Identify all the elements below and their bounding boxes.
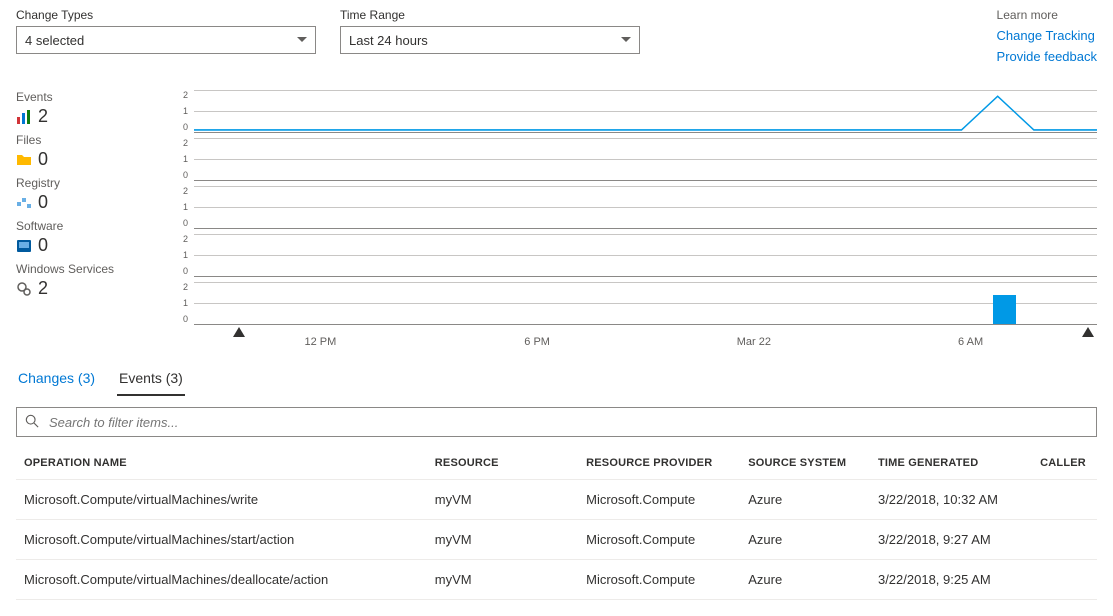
bar-chart-icon — [16, 109, 32, 125]
cell-resource: myVM — [427, 520, 578, 560]
search-box[interactable] — [16, 407, 1097, 437]
col-time[interactable]: TIME GENERATED — [870, 447, 1032, 480]
software-stat-label: Software — [16, 219, 176, 233]
events-sparkline: 210 — [176, 90, 1097, 132]
registry-stat-value: 0 — [38, 192, 48, 213]
cell-provider: Microsoft.Compute — [578, 560, 740, 600]
table-row[interactable]: Microsoft.Compute/virtualMachines/deallo… — [16, 560, 1097, 600]
software-icon — [16, 238, 32, 254]
search-icon — [25, 414, 39, 431]
software-sparkline: 210 — [176, 234, 1097, 276]
events-stat-label: Events — [16, 90, 176, 104]
folder-icon — [16, 152, 32, 168]
col-source[interactable]: SOURCE SYSTEM — [740, 447, 870, 480]
services-stat-label: Windows Services — [16, 262, 176, 276]
table-row[interactable]: Microsoft.Compute/virtualMachines/writem… — [16, 480, 1097, 520]
change-types-value: 4 selected — [25, 33, 84, 48]
cell-time: 3/22/2018, 10:32 AM — [870, 480, 1032, 520]
chevron-down-icon — [297, 37, 307, 43]
col-operation[interactable]: OPERATION NAME — [16, 447, 427, 480]
files-stat-label: Files — [16, 133, 176, 147]
services-stat-value: 2 — [38, 278, 48, 299]
registry-icon — [16, 195, 32, 211]
cell-operation: Microsoft.Compute/virtualMachines/deallo… — [16, 560, 427, 600]
cell-source: Azure — [740, 480, 870, 520]
chevron-down-icon — [621, 37, 631, 43]
tab-changes[interactable]: Changes (3) — [16, 362, 97, 396]
cell-time: 3/22/2018, 9:25 AM — [870, 560, 1032, 600]
provide-feedback-link[interactable]: Provide feedback — [997, 49, 1097, 64]
col-resource[interactable]: RESOURCE — [427, 447, 578, 480]
change-types-label: Change Types — [16, 8, 316, 22]
col-provider[interactable]: RESOURCE PROVIDER — [578, 447, 740, 480]
files-sparkline: 210 — [176, 138, 1097, 180]
events-stat-value: 2 — [38, 106, 48, 127]
gears-icon — [16, 281, 32, 297]
cell-resource: myVM — [427, 560, 578, 600]
cell-caller — [1032, 480, 1097, 520]
time-range-label: Time Range — [340, 8, 640, 22]
tab-events[interactable]: Events (3) — [117, 362, 185, 396]
table-row[interactable]: Microsoft.Compute/virtualMachines/start/… — [16, 520, 1097, 560]
cell-resource: myVM — [427, 480, 578, 520]
cell-time: 3/22/2018, 9:27 AM — [870, 520, 1032, 560]
learn-more-title: Learn more — [997, 8, 1097, 22]
cell-provider: Microsoft.Compute — [578, 480, 740, 520]
registry-stat-label: Registry — [16, 176, 176, 190]
change-types-dropdown[interactable]: 4 selected — [16, 26, 316, 54]
software-stat-value: 0 — [38, 235, 48, 256]
registry-sparkline: 210 — [176, 186, 1097, 228]
time-range-value: Last 24 hours — [349, 33, 428, 48]
cell-caller — [1032, 520, 1097, 560]
cell-source: Azure — [740, 560, 870, 600]
cell-source: Azure — [740, 520, 870, 560]
change-tracking-link[interactable]: Change Tracking — [997, 28, 1097, 43]
cell-operation: Microsoft.Compute/virtualMachines/write — [16, 480, 427, 520]
cell-operation: Microsoft.Compute/virtualMachines/start/… — [16, 520, 427, 560]
time-axis: 12 PM 6 PM Mar 22 6 AM — [194, 330, 1097, 358]
events-table: OPERATION NAME RESOURCE RESOURCE PROVIDE… — [16, 447, 1097, 600]
services-sparkline: 210 — [176, 282, 1097, 324]
col-caller[interactable]: CALLER — [1032, 447, 1097, 480]
cell-caller — [1032, 560, 1097, 600]
cell-provider: Microsoft.Compute — [578, 520, 740, 560]
time-range-dropdown[interactable]: Last 24 hours — [340, 26, 640, 54]
files-stat-value: 0 — [38, 149, 48, 170]
search-input[interactable] — [47, 414, 1088, 431]
